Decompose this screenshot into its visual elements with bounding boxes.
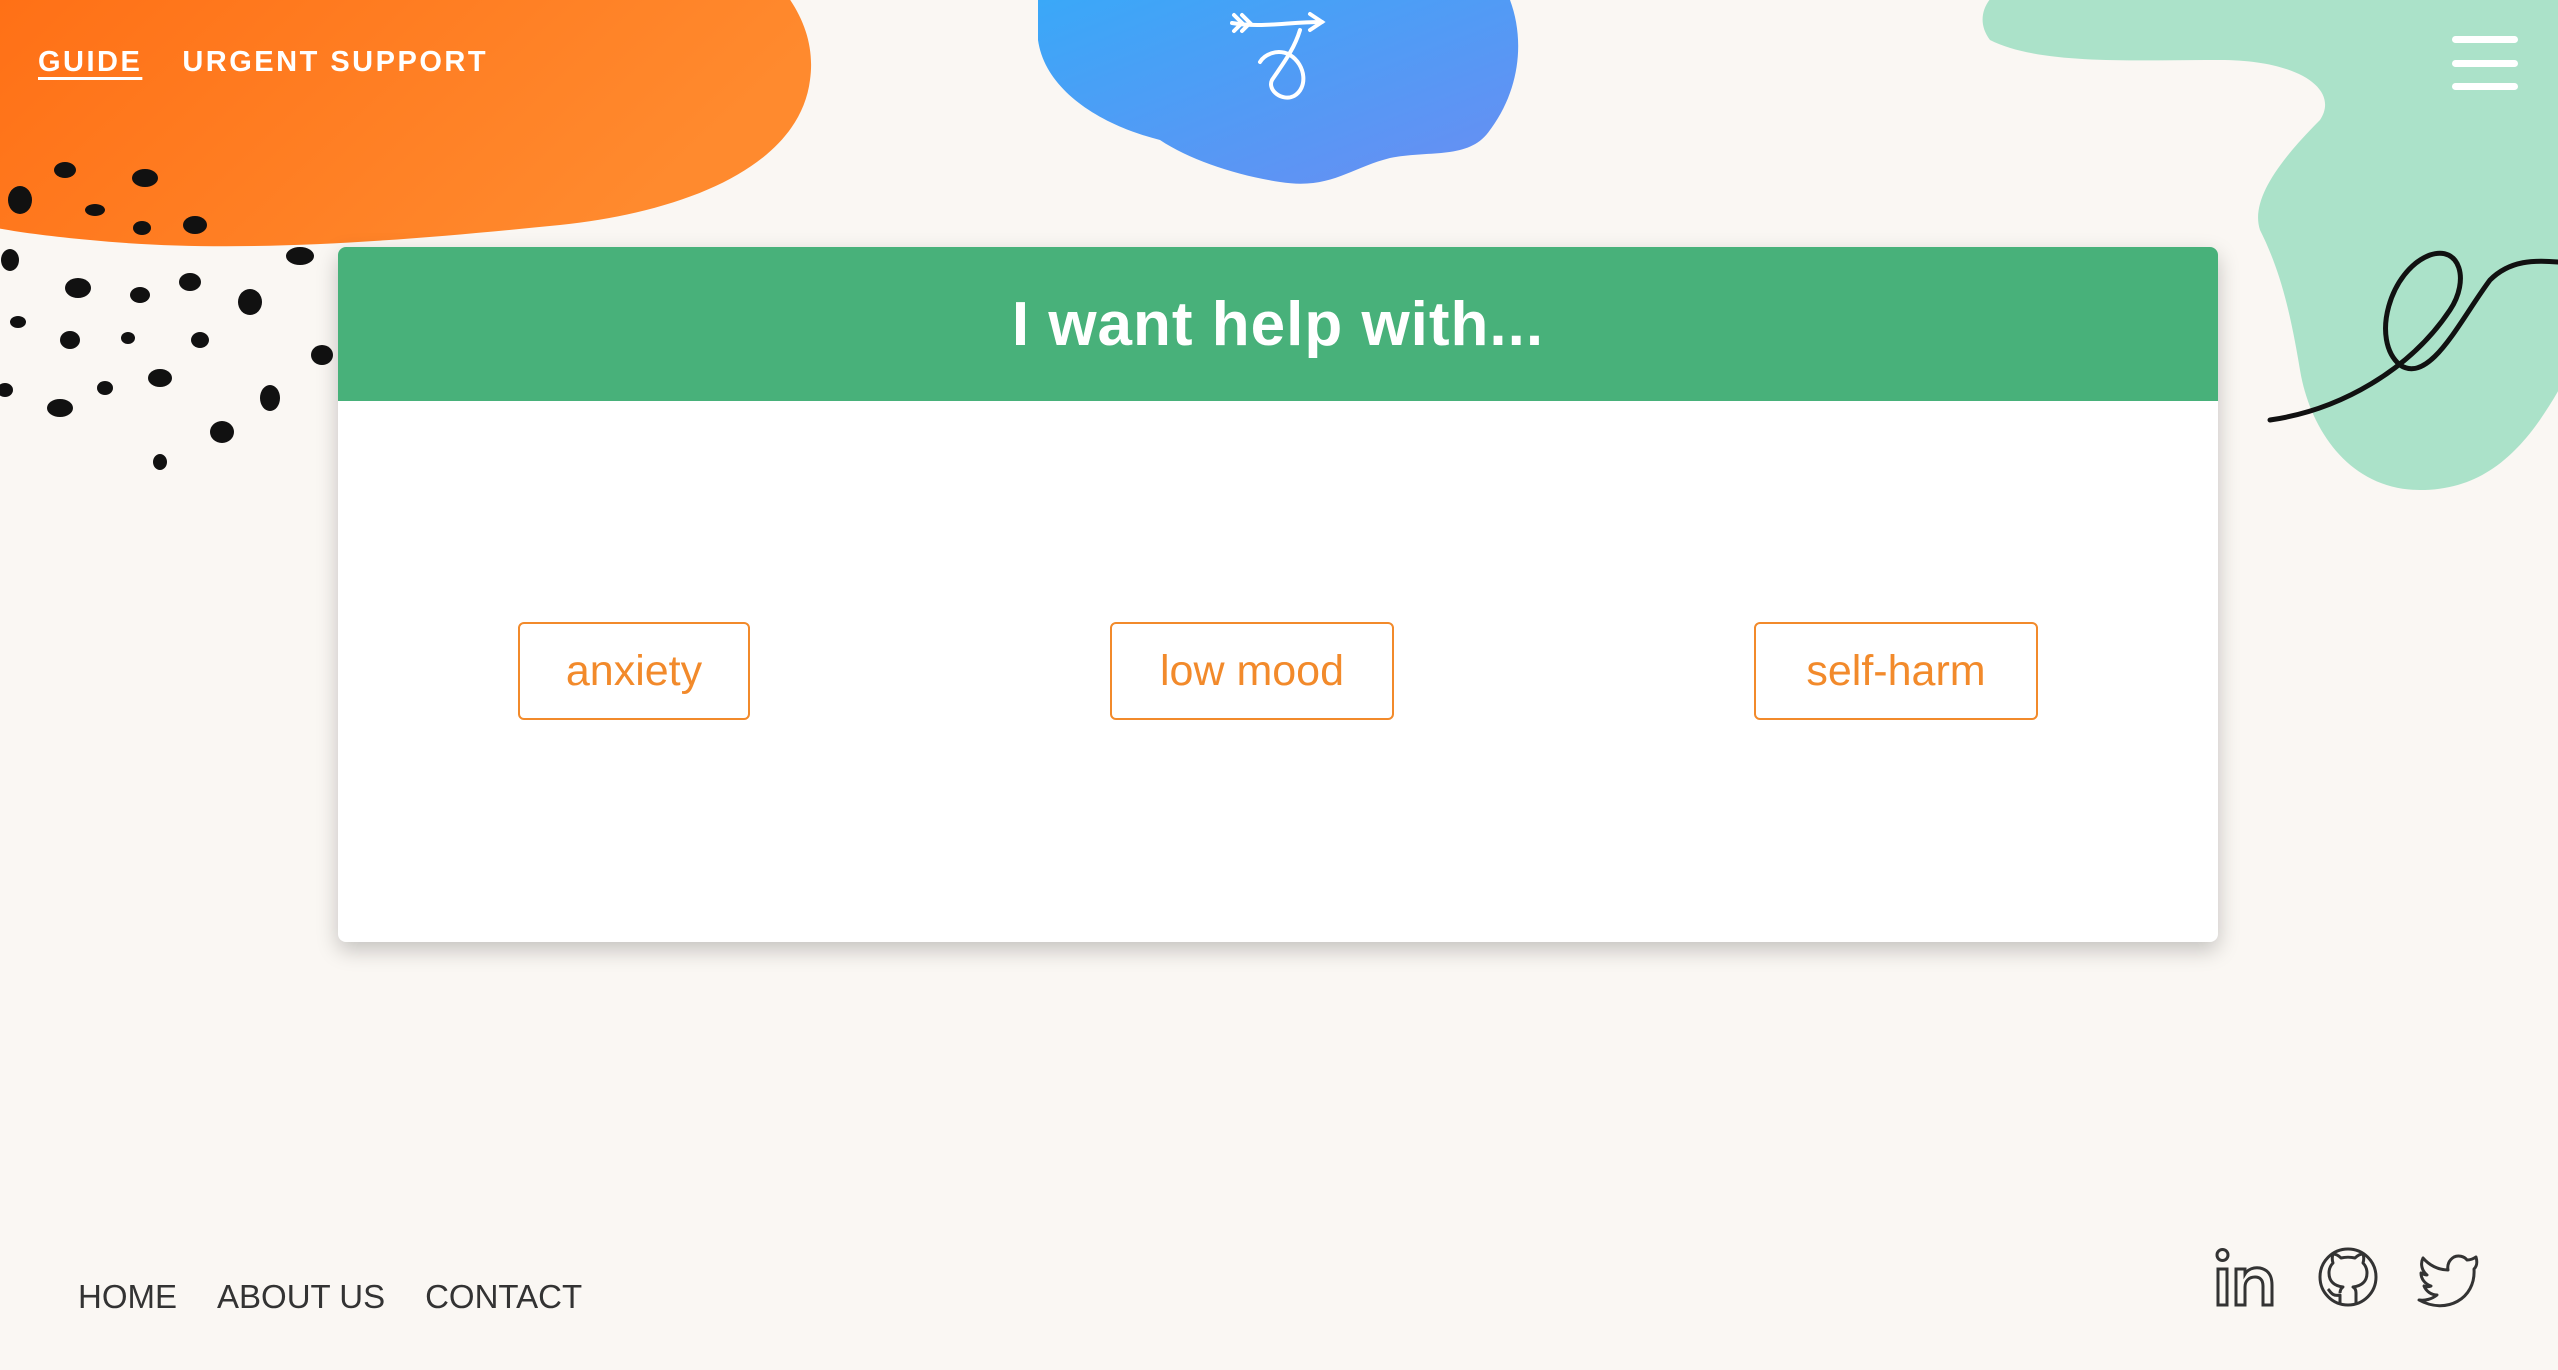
swirl-line-decoration <box>2267 250 2558 423</box>
menu-bar <box>2452 59 2518 67</box>
card-header: I want help with... <box>338 247 2218 401</box>
footer-link-contact[interactable]: CONTACT <box>425 1278 582 1316</box>
linkedin-icon[interactable] <box>2214 1245 2278 1309</box>
footer-link-home[interactable]: HOME <box>78 1278 177 1316</box>
option-self-harm-button[interactable]: self-harm <box>1754 622 2038 720</box>
twitter-icon[interactable] <box>2416 1245 2480 1309</box>
page: GUIDE URGENT SUPPORT I want help with...… <box>0 0 2558 1370</box>
arrow-loop-logo-icon[interactable] <box>1222 10 1332 110</box>
menu-bar <box>2452 36 2518 43</box>
footer-navigation: HOME ABOUT US CONTACT <box>78 1278 582 1316</box>
hamburger-menu-icon[interactable] <box>2452 36 2518 90</box>
nav-link-guide[interactable]: GUIDE <box>38 46 142 79</box>
github-icon[interactable] <box>2316 1245 2380 1309</box>
footer-link-about-us[interactable]: ABOUT US <box>217 1278 385 1316</box>
brush-dots-decoration <box>0 162 333 470</box>
option-anxiety-button[interactable]: anxiety <box>518 622 750 720</box>
option-low-mood-button[interactable]: low mood <box>1110 622 1394 720</box>
card-title: I want help with... <box>1011 289 1545 359</box>
help-topics-card: I want help with... anxiety low mood sel… <box>338 247 2218 942</box>
menu-bar <box>2452 83 2518 90</box>
top-navigation: GUIDE URGENT SUPPORT <box>38 46 488 79</box>
nav-link-urgent-support[interactable]: URGENT SUPPORT <box>182 46 488 79</box>
